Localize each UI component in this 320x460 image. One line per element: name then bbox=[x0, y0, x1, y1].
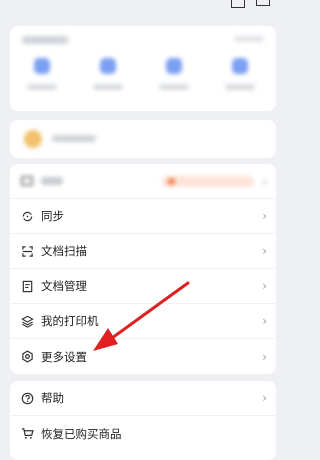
chevron-right-icon: › bbox=[262, 391, 267, 405]
menu-icon[interactable] bbox=[231, 0, 245, 8]
tool-shortcut-4[interactable] bbox=[214, 58, 266, 90]
menu-item-label: 我的打印机 bbox=[41, 314, 99, 328]
tool-4-label-placeholder bbox=[225, 84, 255, 90]
user-card[interactable] bbox=[10, 120, 276, 158]
tool-1-icon bbox=[34, 58, 50, 74]
tool-shortcut-1[interactable] bbox=[16, 58, 68, 90]
menu-item-restore-purchases[interactable]: 恢复已购买商品 bbox=[10, 416, 276, 451]
menu-item-help[interactable]: 帮助 › bbox=[10, 381, 276, 416]
tool-shortcut-2[interactable] bbox=[82, 58, 134, 90]
menu-item-more-settings[interactable]: 更多设置 › bbox=[10, 339, 276, 374]
tools-more-placeholder bbox=[234, 36, 264, 42]
account-row-blurred-content: › bbox=[10, 164, 276, 199]
chevron-right-icon: › bbox=[262, 279, 267, 293]
chevron-right-icon: › bbox=[262, 244, 267, 258]
menu-item-label: 帮助 bbox=[41, 391, 64, 405]
avatar bbox=[24, 130, 42, 148]
top-toolbar bbox=[0, 0, 285, 22]
chevron-right-icon: › bbox=[262, 209, 267, 223]
tool-2-label-placeholder bbox=[93, 84, 123, 90]
account-row[interactable]: › bbox=[10, 164, 276, 199]
layers-icon bbox=[20, 314, 34, 328]
tools-title-placeholder bbox=[22, 36, 68, 44]
tool-3-icon bbox=[166, 58, 182, 74]
tool-2-icon bbox=[100, 58, 116, 74]
menu-item-label: 更多设置 bbox=[41, 349, 87, 364]
menu-item-label: 文档扫描 bbox=[41, 244, 87, 258]
menu-item-document-scan[interactable]: 文档扫描 › bbox=[10, 234, 276, 269]
chevron-right-icon: › bbox=[262, 314, 267, 328]
sync-icon bbox=[20, 209, 34, 223]
gear-icon bbox=[20, 350, 34, 364]
scan-icon bbox=[20, 244, 34, 258]
tools-card bbox=[10, 26, 276, 111]
menu-item-sync[interactable]: 同步 › bbox=[10, 199, 276, 234]
menu-item-my-printer[interactable]: 我的打印机 › bbox=[10, 304, 276, 339]
tool-4-icon bbox=[232, 58, 248, 74]
menu-item-document-management[interactable]: 文档管理 › bbox=[10, 269, 276, 304]
menu-item-label: 恢复已购买商品 bbox=[41, 426, 122, 441]
tool-1-label-placeholder bbox=[27, 84, 57, 90]
menu-item-label: 文档管理 bbox=[41, 279, 87, 293]
menu-item-label: 同步 bbox=[41, 209, 64, 223]
tool-shortcut-3[interactable] bbox=[148, 58, 200, 90]
settings-menu-card: › 同步 › 文档扫描 › 文档管理 › 我的打印机 › 更多设置 › bbox=[10, 164, 276, 374]
document-icon bbox=[20, 279, 34, 293]
account-icon bbox=[20, 174, 34, 188]
help-icon bbox=[20, 391, 34, 405]
account-label-placeholder bbox=[41, 177, 63, 185]
chevron-right-icon: › bbox=[262, 349, 267, 364]
help-card: 帮助 › 恢复已购买商品 bbox=[10, 381, 276, 460]
account-badge bbox=[162, 176, 254, 187]
username-placeholder bbox=[52, 135, 96, 142]
tool-3-label-placeholder bbox=[159, 84, 189, 90]
cart-icon bbox=[20, 427, 34, 441]
window-icon[interactable] bbox=[256, 0, 270, 6]
account-chevron: › bbox=[262, 175, 267, 189]
